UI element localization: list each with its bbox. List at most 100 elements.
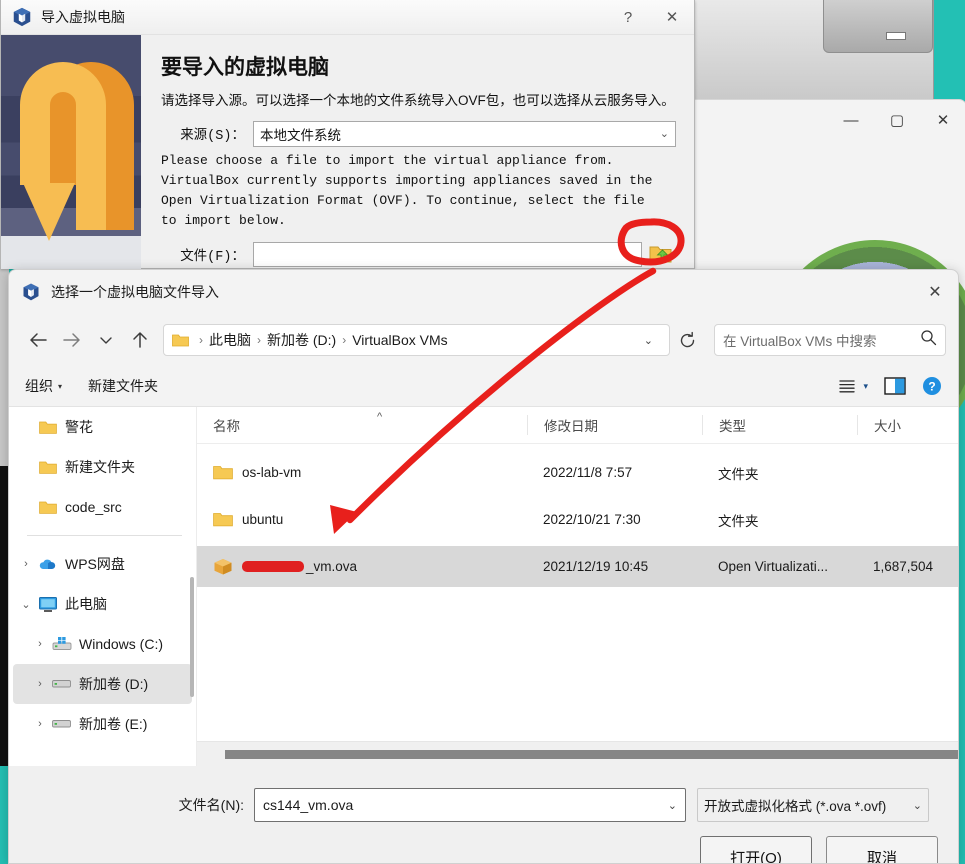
organize-button[interactable]: 组织 ▾ bbox=[25, 376, 62, 396]
refresh-button[interactable] bbox=[670, 323, 704, 357]
breadcrumb-chevron-down-icon[interactable]: ⌄ bbox=[636, 334, 661, 347]
chevron-right-icon[interactable]: › bbox=[29, 638, 51, 650]
background-window-white[interactable]: — ▢ ✕ bbox=[687, 99, 965, 450]
wizard-body: 要导入的虚拟电脑 请选择导入源。可以选择一个本地的文件系统导入OVF包，也可以选… bbox=[1, 35, 694, 269]
file-name-text: ubuntu bbox=[242, 512, 284, 527]
file-date-cell: 2021/12/19 10:45 bbox=[543, 559, 649, 574]
source-label: 来源(S)： bbox=[180, 129, 245, 145]
list-top-spacer bbox=[197, 444, 958, 452]
wizard-caption-buttons: ? ✕ bbox=[606, 1, 694, 34]
dialog-main: 警花 新建文件夹 code_src › WPS网盘 ⌄ 此电脑 › Window… bbox=[9, 406, 958, 766]
sidebar-item-label: 新加卷 (D:) bbox=[79, 676, 149, 692]
sidebar-item-new-folder[interactable]: 新建文件夹 bbox=[9, 447, 196, 487]
background-window-minimize-glyph[interactable] bbox=[886, 32, 906, 40]
horizontal-scrollbar[interactable] bbox=[197, 741, 958, 766]
filename-row: 文件名(N): cs144_vm.ova ⌄ 开放式虚拟化格式 (*.ova *… bbox=[9, 766, 958, 822]
dialog-titlebar[interactable]: 选择一个虚拟电脑文件导入 ✕ bbox=[9, 270, 958, 314]
up-one-level-button[interactable] bbox=[123, 323, 157, 357]
folder-icon bbox=[213, 466, 233, 480]
column-header-size[interactable]: 大小 bbox=[857, 415, 958, 435]
chevron-right-icon[interactable]: › bbox=[29, 718, 51, 730]
filename-value: cs144_vm.ova bbox=[263, 797, 354, 813]
toolbar-right-group: ▾ ? bbox=[838, 376, 942, 396]
background-minimize-button[interactable]: — bbox=[828, 103, 874, 137]
new-folder-label: 新建文件夹 bbox=[88, 378, 159, 394]
column-header-name[interactable]: 名称 ^ bbox=[197, 411, 527, 435]
sidebar-item-volume-d[interactable]: › 新加卷 (D:) bbox=[13, 664, 192, 704]
horizontal-scrollbar-thumb[interactable] bbox=[225, 750, 958, 759]
folder-icon bbox=[37, 460, 59, 475]
sidebar-item-volume-e[interactable]: › 新加卷 (E:) bbox=[9, 704, 196, 744]
wizard-close-button[interactable]: ✕ bbox=[650, 1, 694, 34]
table-row[interactable]: ubuntu 2022/10/21 7:30 文件夹 bbox=[197, 499, 958, 540]
help-button[interactable]: ? bbox=[922, 376, 942, 396]
search-input[interactable]: 在 VirtualBox VMs 中搜索 bbox=[714, 324, 946, 356]
breadcrumb-item-1[interactable]: 新加卷 (D:) bbox=[267, 330, 336, 350]
filename-input[interactable]: cs144_vm.ova ⌄ bbox=[254, 788, 686, 822]
change-view-button[interactable]: ▾ bbox=[838, 378, 868, 394]
file-open-dialog[interactable]: 选择一个虚拟电脑文件导入 ✕ › 此电脑 › 新加卷 (D:) › Virtua… bbox=[8, 269, 959, 864]
chevron-down-icon[interactable]: ⌄ bbox=[668, 799, 677, 812]
chevron-right-icon[interactable]: › bbox=[29, 678, 51, 690]
filename-label: 文件名(N): bbox=[178, 797, 244, 813]
folder-icon bbox=[37, 420, 59, 435]
browse-file-button[interactable] bbox=[646, 241, 676, 267]
breadcrumb-separator-2: › bbox=[342, 333, 347, 347]
sort-ascending-icon: ^ bbox=[377, 411, 383, 423]
preview-pane-button[interactable] bbox=[884, 377, 906, 395]
file-name-text: _vm.ova bbox=[306, 559, 358, 574]
svg-text:?: ? bbox=[928, 380, 935, 394]
sidebar-item-label: Windows (C:) bbox=[79, 636, 164, 652]
back-button[interactable] bbox=[21, 323, 55, 357]
file-list-pane[interactable]: 名称 ^ 修改日期 类型 大小 os-lab-vm 2022/11/8 7:57… bbox=[197, 407, 958, 766]
column-header-date[interactable]: 修改日期 bbox=[527, 415, 702, 435]
sidebar-item-wps-cloud[interactable]: › WPS网盘 bbox=[9, 544, 196, 584]
chevron-down-icon[interactable]: ⌄ bbox=[15, 598, 37, 611]
sidebar-item-windows-c[interactable]: › Windows (C:) bbox=[9, 624, 196, 664]
recent-locations-button[interactable] bbox=[89, 323, 123, 357]
cancel-button[interactable]: 取消 bbox=[826, 836, 938, 863]
table-row[interactable]: os-lab-vm 2022/11/8 7:57 文件夹 bbox=[197, 452, 958, 493]
table-row[interactable]: _vm.ova 2021/12/19 10:45 Open Virtualiza… bbox=[197, 546, 958, 587]
filetype-dropdown[interactable]: 开放式虚拟化格式 (*.ova *.ovf) ⌄ bbox=[697, 788, 929, 822]
sidebar-scrollbar[interactable] bbox=[190, 577, 194, 697]
breadcrumb-item-2[interactable]: VirtualBox VMs bbox=[352, 332, 447, 348]
sidebar-item-code-src[interactable]: code_src bbox=[9, 487, 196, 527]
arrow-left-icon bbox=[30, 333, 47, 347]
wizard-help-button[interactable]: ? bbox=[606, 1, 650, 34]
organize-label: 组织 bbox=[25, 378, 53, 394]
file-path-input[interactable] bbox=[253, 241, 642, 267]
background-close-button[interactable]: ✕ bbox=[920, 103, 965, 137]
folder-icon bbox=[37, 500, 59, 515]
background-window-grey[interactable] bbox=[690, 0, 934, 101]
dialog-close-button[interactable]: ✕ bbox=[912, 272, 958, 312]
wizard-description: 请选择导入源。可以选择一个本地的文件系统导入OVF包，也可以选择从云服务导入。 bbox=[161, 93, 675, 108]
import-appliance-wizard[interactable]: 导入虚拟电脑 ? ✕ 要导入的虚拟电脑 请选择导入源。可以选择一个本地的文件系统… bbox=[0, 0, 695, 269]
forward-button[interactable] bbox=[55, 323, 89, 357]
sidebar-item-label: 此电脑 bbox=[65, 596, 107, 612]
source-dropdown[interactable]: 本地文件系统 ⌄ bbox=[253, 120, 676, 147]
column-header-type[interactable]: 类型 bbox=[702, 415, 857, 435]
file-date-cell: 2022/10/21 7:30 bbox=[543, 512, 641, 527]
sidebar-item-label: code_src bbox=[65, 499, 122, 515]
view-caret-icon: ▾ bbox=[863, 380, 868, 391]
sidebar-item-jinghua[interactable]: 警花 bbox=[9, 407, 196, 447]
new-folder-button[interactable]: 新建文件夹 bbox=[88, 376, 158, 396]
breadcrumb[interactable]: › 此电脑 › 新加卷 (D:) › VirtualBox VMs ⌄ bbox=[163, 324, 670, 356]
desktop-background: — ▢ ✕ 导入虚拟电脑 ? ✕ 要导入的虚拟电脑 请选择导入源。可以选择一个本… bbox=[0, 0, 965, 864]
chevron-down-icon[interactable]: ⌄ bbox=[913, 799, 922, 812]
navigation-pane[interactable]: 警花 新建文件夹 code_src › WPS网盘 ⌄ 此电脑 › Window… bbox=[9, 407, 197, 766]
chevron-right-icon[interactable]: › bbox=[15, 558, 37, 570]
file-list-header: 名称 ^ 修改日期 类型 大小 bbox=[197, 407, 958, 444]
chevron-down-icon: ▾ bbox=[58, 381, 63, 391]
wizard-titlebar[interactable]: 导入虚拟电脑 ? ✕ bbox=[1, 0, 694, 35]
sidebar-item-this-pc[interactable]: ⌄ 此电脑 bbox=[9, 584, 196, 624]
breadcrumb-item-0[interactable]: 此电脑 bbox=[209, 330, 251, 350]
background-maximize-button[interactable]: ▢ bbox=[874, 103, 920, 137]
background-window-grey-toolbar[interactable] bbox=[823, 0, 933, 53]
wizard-artwork bbox=[1, 35, 141, 269]
file-type-cell: 文件夹 bbox=[718, 466, 759, 482]
arrow-right-icon bbox=[63, 333, 80, 347]
arrow-up-icon bbox=[133, 332, 147, 348]
open-button[interactable]: 打开(O) bbox=[700, 836, 812, 863]
